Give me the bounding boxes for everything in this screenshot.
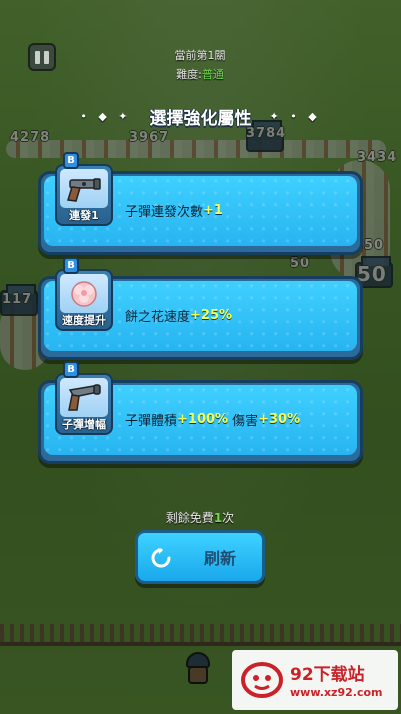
difficulty-value: 普通 (201, 68, 224, 81)
rank-badge: B (63, 152, 79, 169)
rank-badge: B (63, 257, 79, 274)
watermark: 92下载站 www.xz92.com (232, 650, 398, 710)
pause-icon-bar (44, 50, 49, 64)
cannon-icon (60, 378, 108, 417)
modal-title: 選擇強化屬性 (149, 108, 252, 129)
watermark-url: www.xz92.com (290, 686, 383, 699)
difficulty-label: 難度: (176, 68, 202, 81)
card-icon-caption: 速度提升 (62, 314, 106, 327)
stage-label: 當前第1關 (174, 49, 226, 62)
title-decoration-right: ✦ • ◆ (269, 109, 321, 123)
pause-icon (35, 50, 40, 64)
upgrade-card-speed-up[interactable]: B 速度提升 餅之花速度 +25% (38, 257, 363, 360)
description-text-extra: 傷害 (232, 413, 259, 429)
title-decoration-left: • ◆ ✦ (80, 109, 132, 123)
refresh-icon (151, 548, 171, 568)
free-refresh-count: 1 (213, 511, 223, 525)
bonus-value: +30% (258, 411, 301, 427)
refresh-button[interactable]: 刷新 (135, 530, 265, 584)
card-icon-frame: B 連發1 (55, 152, 113, 226)
card-icon-caption: 子彈增幅 (62, 418, 106, 431)
rank-badge: B (63, 361, 79, 378)
upgrade-card-rapid-fire[interactable]: B 連發1 子彈連發次數 +1 (38, 152, 363, 255)
upgrade-card-bullet-boost[interactable]: B 子彈增幅 子彈體積 +100% 傷害 +30% (38, 361, 363, 464)
flower-icon (60, 274, 108, 313)
card-description: 餅之花速度 +25% (125, 279, 352, 351)
modal-header: • ◆ ✦ 選擇強化屬性 ✦ • ◆ (0, 103, 401, 129)
difficulty-row: 難度:普通 (150, 66, 250, 82)
description-text: 子彈連發次數 (125, 204, 204, 220)
bonus-value: +100% (177, 411, 229, 427)
card-icon-caption: 連發1 (69, 209, 99, 222)
card-icon-frame: B 子彈增幅 (55, 361, 113, 435)
pause-button[interactable] (28, 43, 56, 71)
description-text: 餅之花速度 (125, 309, 191, 325)
free-refresh-info: 剩餘免費1次 (120, 509, 280, 526)
card-description: 子彈連發次數 +1 (125, 174, 352, 246)
watermark-logo (241, 662, 283, 698)
watermark-title: 92下载站 (290, 665, 365, 685)
description-text: 子彈體積 (125, 413, 178, 429)
bonus-value: +25% (190, 307, 233, 323)
refresh-label: 刷新 (203, 549, 236, 568)
free-refresh-suffix: 次 (222, 511, 235, 525)
free-refresh-prefix: 剩餘免費 (165, 511, 214, 525)
gun-icon (60, 169, 108, 208)
card-icon-frame: B 速度提升 (55, 257, 113, 331)
card-description: 子彈體積 +100% 傷害 +30% (125, 383, 352, 455)
bonus-value: +1 (203, 202, 223, 218)
